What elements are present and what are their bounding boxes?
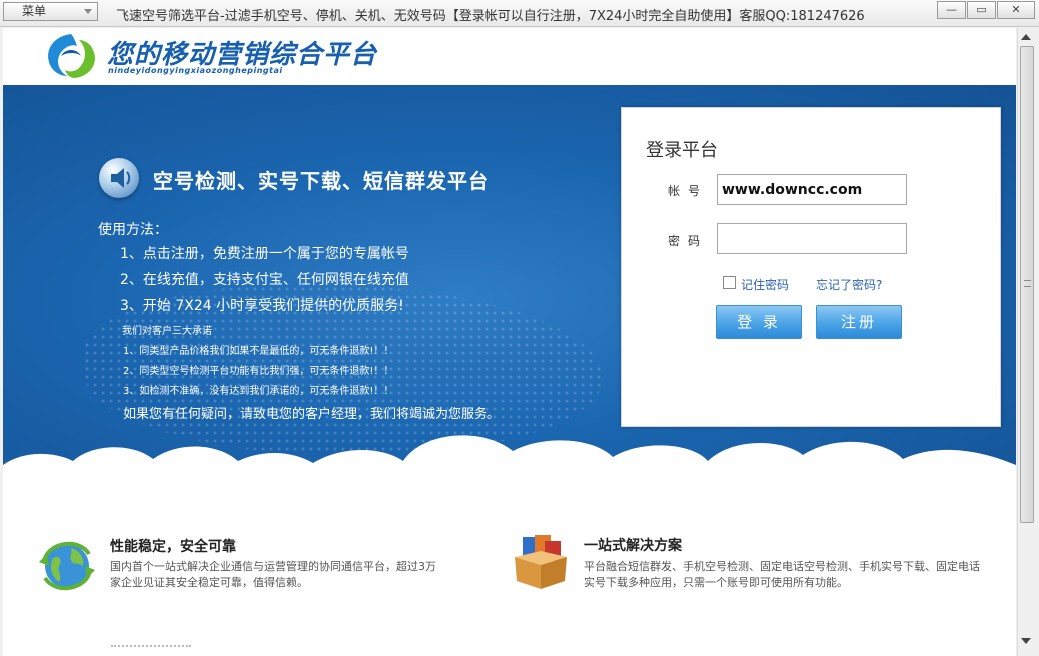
register-button[interactable]: 注册: [816, 305, 902, 339]
usage-step: 1、点击注册，免费注册一个属于您的专属帐号: [120, 246, 409, 262]
promise-item: 3、如检测不准确，没有达到我们承诺的，可无条件退款!！！: [123, 386, 394, 397]
globe-refresh-icon: [39, 541, 95, 591]
vertical-scrollbar[interactable]: [1017, 28, 1036, 656]
scroll-down-arrow-icon[interactable]: [1021, 638, 1031, 644]
scroll-thumb[interactable]: [1020, 46, 1034, 523]
hero-banner: 空号检测、实号下载、短信群发平台 使用方法： 1、点击注册，免费注册一个属于您的…: [3, 85, 1016, 477]
promise-item: 2、同类型空号检测平台功能有比我们强，可无条件退款!！！: [123, 366, 394, 377]
menu-label: 菜单: [22, 4, 47, 18]
office-box-icon: [515, 535, 567, 589]
usage-step: 2、在线充值，支持支付宝、任何网银在线充值: [120, 272, 409, 288]
feature-title: 性能稳定，安全可靠: [110, 539, 236, 555]
window-titlebar: 菜单 飞速空号筛选平台-过滤手机空号、停机、关机、无效号码【登录帐可以自行注册，…: [0, 0, 1039, 27]
minimize-button[interactable]: —: [937, 1, 966, 19]
remember-password-checkbox[interactable]: [723, 276, 736, 289]
remember-password-label[interactable]: 记住密码: [741, 276, 789, 293]
account-label: 帐号: [668, 184, 709, 198]
usage-title: 使用方法：: [98, 222, 168, 238]
contact-text: 如果您有任何疑问，请致电您的客户经理，我们将竭诚为您服务。: [123, 407, 501, 422]
feature-description: 国内首个一站式解决企业通信与运营管理的协同通信平台，超过3万家企业见证其安全稳定…: [110, 560, 436, 589]
next-feature-partial: [111, 645, 191, 656]
feature-title: 一站式解决方案: [584, 538, 682, 554]
login-panel: 登录平台 帐号 密码 记住密码 忘记了密码? 登 录 注册: [621, 107, 1001, 427]
page-viewport: 您的移动营销综合平台 nindeyidongyingxiaozongheping…: [3, 28, 1016, 656]
login-button[interactable]: 登 录: [716, 305, 802, 339]
cloud-decoration: [3, 435, 1016, 477]
scroll-grip-icon: [1024, 280, 1031, 287]
forgot-password-link[interactable]: 忘记了密码?: [816, 276, 882, 293]
window-title: 飞速空号筛选平台-过滤手机空号、停机、关机、无效号码【登录帐可以自行注册，7X2…: [116, 9, 865, 24]
menu-button[interactable]: 菜单: [3, 2, 98, 21]
promise-title: 我们对客户三大承诺: [122, 326, 212, 337]
password-input[interactable]: [717, 223, 907, 254]
logo-icon: [48, 34, 95, 78]
promise-item: 1、同类型产品价格我们如果不是最低的，可无条件退款!！！: [123, 346, 394, 357]
logo-subtitle: nindeyidongyingxiaozonghepingtai: [108, 66, 283, 75]
password-label: 密码: [668, 234, 709, 248]
usage-step: 3、开始 7X24 小时享受我们提供的优质服务!: [120, 298, 404, 314]
login-title: 登录平台: [646, 140, 718, 161]
scroll-up-arrow-icon[interactable]: [1021, 34, 1031, 40]
site-header: 您的移动营销综合平台 nindeyidongyingxiaozongheping…: [3, 28, 1016, 85]
account-input[interactable]: [717, 174, 907, 205]
chevron-down-icon: [84, 9, 92, 14]
banner-slogan: 空号检测、实号下载、短信群发平台: [153, 169, 489, 193]
speaker-icon: [99, 158, 139, 198]
close-button[interactable]: ✕: [997, 1, 1035, 19]
restore-button[interactable]: ▭: [967, 1, 996, 19]
feature-description: 平台融合短信群发、手机空号检测、固定电话空号检测、手机实号下载、固定电话实号下载…: [584, 560, 980, 589]
